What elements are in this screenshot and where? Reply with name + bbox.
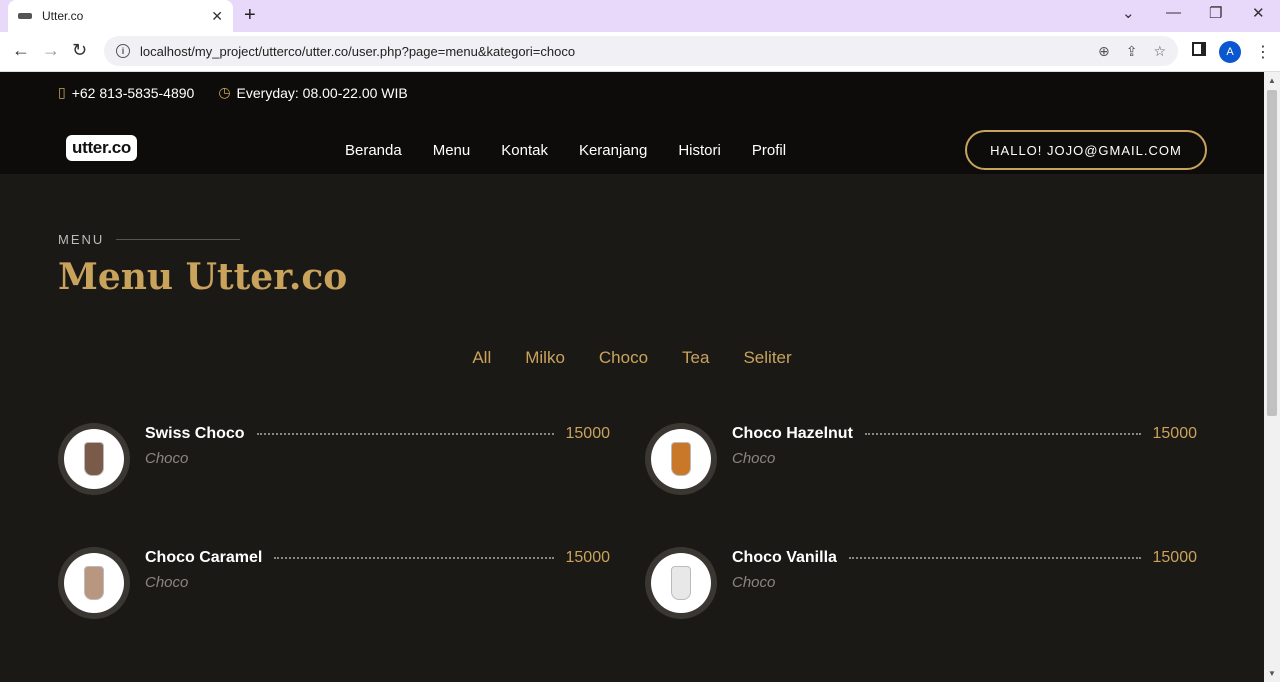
favicon-icon [18,13,32,19]
menu-item-image [645,423,717,495]
drink-cup-icon [84,566,104,600]
section-label: MENU [58,232,241,247]
section-label-text: MENU [58,232,105,247]
menu-item-price: 15000 [1152,425,1198,442]
phone-number: +62 813-5835-4890 [71,84,195,101]
forward-icon[interactable]: → [42,40,60,61]
browser-tabbar: Utter.co ✕ + ⌄ — ❐ ✕ [0,0,1280,32]
profile-avatar[interactable]: A [1219,41,1241,63]
menu-item[interactable]: Choco Caramel 15000 Choco [58,547,610,621]
menu-item-image [645,547,717,619]
dotted-leader [274,557,554,559]
window-close-icon[interactable]: ✕ [1252,4,1265,22]
drink-cup-icon [671,442,691,476]
nav-keranjang[interactable]: Keranjang [579,142,647,159]
site-info-icon[interactable]: i [116,44,130,58]
menu-item-image [58,547,130,619]
minimize-icon[interactable]: — [1166,4,1181,21]
tab-search-icon[interactable]: ⌄ [1122,4,1135,22]
browser-menu-icon[interactable]: ⋮ [1255,42,1271,62]
menu-item-category: Choco [145,450,189,467]
nav-menu[interactable]: Menu [433,142,471,159]
bookmark-star-icon[interactable]: ☆ [1153,43,1166,60]
menu-item[interactable]: Choco Hazelnut 15000 Choco [645,423,1197,497]
menu-item-price: 15000 [1152,549,1198,566]
address-bar[interactable]: i localhost/my_project/utterco/utter.co/… [104,36,1178,66]
dotted-leader [256,433,554,435]
top-info: ▯ +62 813-5835-4890 ◷ Everyday: 08.00-22… [58,84,432,101]
menu-item-category: Choco [145,574,189,591]
menu-item-category: Choco [732,450,776,467]
main-nav: Beranda Menu Kontak Keranjang Histori Pr… [345,142,817,159]
browser-toolbar: ← → ↻ i localhost/my_project/utterco/utt… [0,32,1280,72]
dotted-leader [864,433,1141,435]
user-button[interactable]: HALLO! JOJO@GMAIL.COM [965,130,1207,170]
share-icon[interactable]: ⇪ [1126,43,1138,60]
filter-tea[interactable]: Tea [682,348,709,368]
menu-item-name: Swiss Choco [145,425,245,442]
tab-title: Utter.co [42,9,84,23]
site-logo[interactable]: utter.co [66,135,138,161]
filter-milko[interactable]: Milko [525,348,565,368]
section-divider [116,239,241,240]
drink-cup-icon [84,442,104,476]
page-scrollbar[interactable]: ▲ ▼ [1264,72,1280,682]
drink-cup-icon [671,566,691,600]
menu-item-price: 15000 [565,425,611,442]
menu-item-name: Choco Caramel [145,549,263,566]
nav-kontak[interactable]: Kontak [501,142,548,159]
nav-beranda[interactable]: Beranda [345,142,402,159]
opening-hours: Everyday: 08.00-22.00 WIB [236,84,408,101]
scroll-down-icon[interactable]: ▼ [1268,669,1276,678]
menu-item-image [58,423,130,495]
close-tab-icon[interactable]: ✕ [211,8,223,25]
scroll-thumb[interactable] [1267,90,1277,416]
back-icon[interactable]: ← [12,40,30,61]
page: ▯ +62 813-5835-4890 ◷ Everyday: 08.00-22… [0,72,1264,682]
browser-tab[interactable]: Utter.co ✕ [8,0,233,32]
menu-item[interactable]: Choco Vanilla 15000 Choco [645,547,1197,621]
nav-profil[interactable]: Profil [752,142,786,159]
filter-choco[interactable]: Choco [599,348,648,368]
filter-all[interactable]: All [472,348,491,368]
side-panel-icon[interactable] [1192,42,1206,56]
category-filters: All Milko Choco Tea Seliter [0,348,1264,368]
page-title: Menu Utter.co [58,256,348,298]
menu-item[interactable]: Swiss Choco 15000 Choco [58,423,610,497]
nav-histori[interactable]: Histori [678,142,721,159]
menu-item-name: Choco Hazelnut [732,425,853,442]
filter-seliter[interactable]: Seliter [743,348,791,368]
clock-icon: ◷ [218,84,231,100]
menu-item-category: Choco [732,574,776,591]
site-header: ▯ +62 813-5835-4890 ◷ Everyday: 08.00-22… [0,72,1264,174]
scroll-up-icon[interactable]: ▲ [1268,76,1276,85]
restore-icon[interactable]: ❐ [1209,4,1222,22]
reload-icon[interactable]: ↻ [72,40,87,61]
dotted-leader [848,557,1141,559]
menu-item-name: Choco Vanilla [732,549,837,566]
zoom-icon[interactable]: ⊕ [1098,43,1110,60]
url-text[interactable]: localhost/my_project/utterco/utter.co/us… [140,44,1082,59]
menu-item-price: 15000 [565,549,611,566]
phone-icon: ▯ [58,84,66,100]
new-tab-icon[interactable]: + [244,4,256,27]
